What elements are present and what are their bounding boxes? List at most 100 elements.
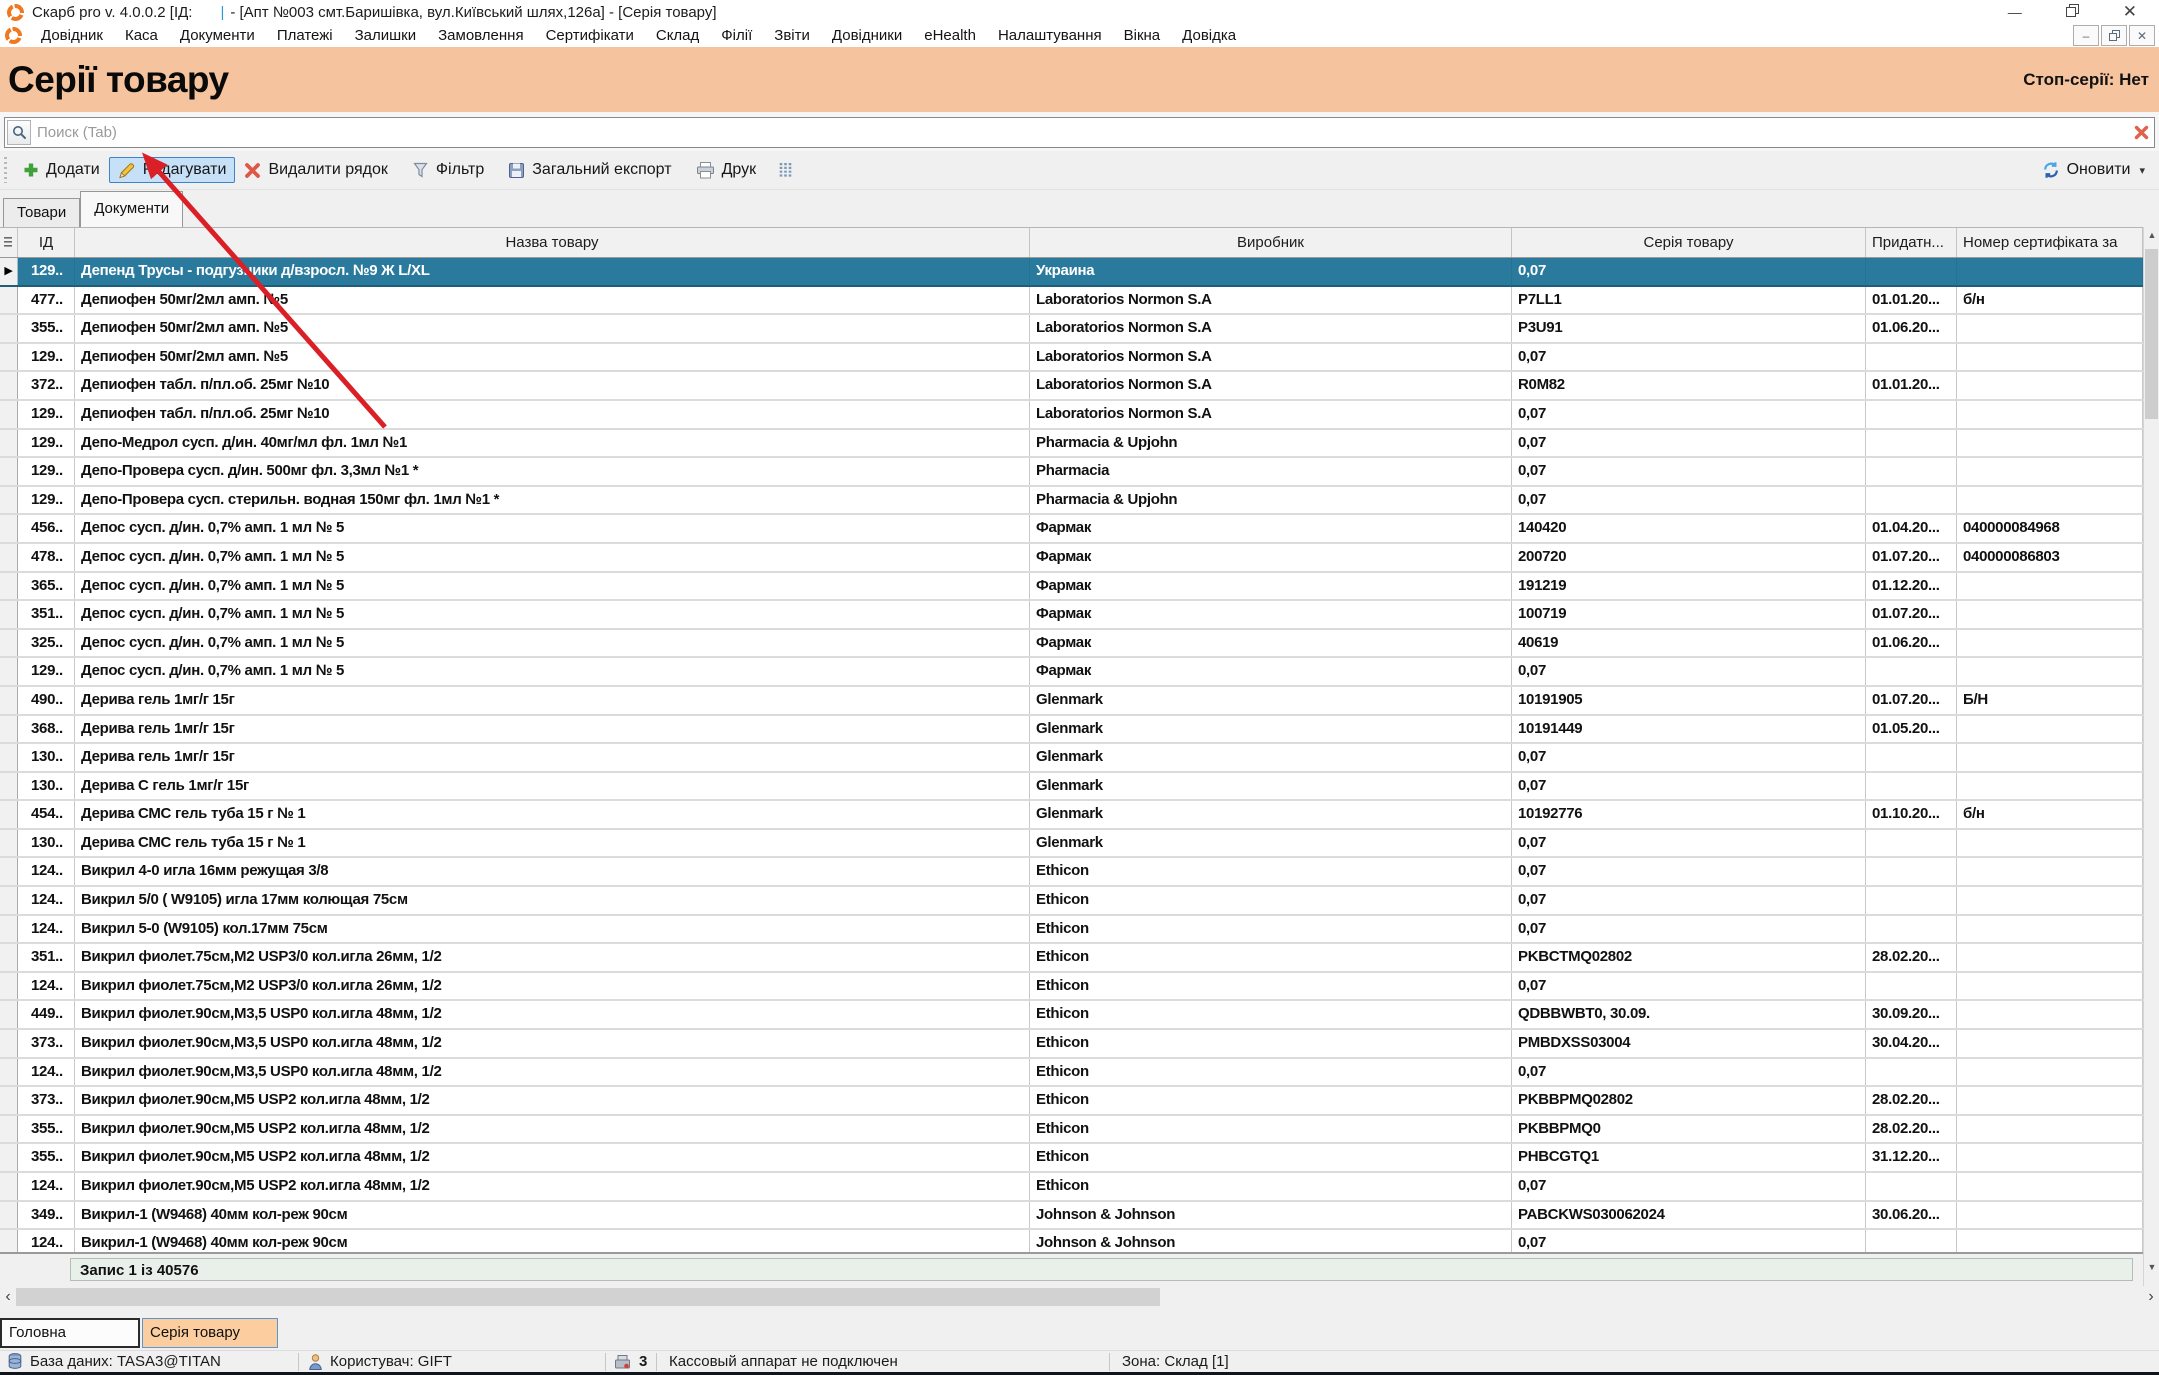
delete-row-button[interactable]: Видалити рядок (235, 157, 396, 183)
table-row[interactable]: 368..Дерива гель 1мг/г 15гGlenmark101914… (0, 716, 2143, 745)
scroll-up-icon[interactable]: ▲ (2144, 230, 2159, 240)
menu-item-Платежі[interactable]: Платежі (266, 25, 344, 47)
table-row[interactable]: 490..Дерива гель 1мг/г 15гGlenmark101919… (0, 687, 2143, 716)
table-row[interactable]: 124..Викрил 5/0 ( W9105) игла 17мм колющ… (0, 887, 2143, 916)
search-input[interactable] (35, 123, 2129, 142)
menu-item-Довідка[interactable]: Довідка (1171, 25, 1247, 47)
horizontal-scroll-thumb[interactable] (16, 1288, 1160, 1306)
refresh-dropdown-icon[interactable]: ▾ (2139, 164, 2145, 177)
add-button[interactable]: Додати (14, 157, 109, 183)
table-row[interactable]: 449..Викрил фиолет.90см,М3,5 USP0 кол.иг… (0, 1001, 2143, 1030)
toolbar: Додати Редагувати Видалити рядок Фільтр … (0, 151, 2159, 190)
table-row[interactable]: 454..Дерива СМС гель туба 15 г № 1Glenma… (0, 801, 2143, 830)
table-row[interactable]: 124..Викрил 5-0 (W9105) кол.17мм 75смEth… (0, 916, 2143, 945)
column-header-2[interactable]: Назва товару (75, 228, 1030, 257)
restore-button[interactable] (2066, 1, 2079, 23)
stop-series-label: Стоп-серії: Нет (2023, 70, 2159, 90)
table-row[interactable]: 478..Депос сусп. д/ин. 0,7% амп. 1 мл № … (0, 544, 2143, 573)
table-row[interactable]: 129..Депос сусп. д/ин. 0,7% амп. 1 мл № … (0, 658, 2143, 687)
menu-item-Довідник[interactable]: Довідник (30, 25, 114, 47)
tab-Документи[interactable]: Документи (80, 191, 183, 227)
toolbar-grip (3, 157, 8, 183)
table-row[interactable]: 130..Дерива С гель 1мг/г 15гGlenmark0,07 (0, 773, 2143, 802)
horizontal-scrollbar[interactable]: ‹ › (0, 1286, 2159, 1308)
table-row[interactable]: 124..Викрил фиолет.90см,М5 USP2 кол.игла… (0, 1173, 2143, 1202)
cell-valid: 01.04.20... (1866, 515, 1957, 542)
edit-button[interactable]: Редагувати (109, 157, 236, 183)
menu-item-Документи[interactable]: Документи (169, 25, 266, 47)
table-row[interactable]: 129..Депо-Провера сусп. д/ин. 500мг фл. … (0, 458, 2143, 487)
cell-valid: 01.06.20... (1866, 630, 1957, 657)
table-row[interactable]: 129..Депо-Провера сусп. стерильн. водная… (0, 487, 2143, 516)
export-button[interactable]: Загальний експорт (499, 157, 680, 183)
column-header-4[interactable]: Серія товару (1512, 228, 1866, 257)
table-row[interactable]: 351..Викрил фиолет.75см,М2 USP3/0 кол.иг… (0, 944, 2143, 973)
table-row[interactable]: 129..Депиофен табл. п/пл.об. 25мг №10Lab… (0, 401, 2143, 430)
table-row[interactable]: 129..Депо-Медрол сусп. д/ин. 40мг/мл фл.… (0, 430, 2143, 459)
scroll-right-icon[interactable]: › (2143, 1287, 2159, 1307)
menu-item-Склад[interactable]: Склад (645, 25, 710, 47)
table-row[interactable]: 129..Депиофен 50мг/2мл амп. №5Laboratori… (0, 344, 2143, 373)
table-row[interactable]: 456..Депос сусп. д/ин. 0,7% амп. 1 мл № … (0, 515, 2143, 544)
close-button[interactable]: ✕ (2123, 1, 2137, 23)
mdi-minimize-button[interactable]: – (2073, 25, 2099, 46)
table-row[interactable]: 372..Депиофен табл. п/пл.об. 25мг №10Lab… (0, 372, 2143, 401)
filter-button[interactable]: Фільтр (403, 157, 493, 183)
menu-item-Налаштування[interactable]: Налаштування (987, 25, 1113, 47)
table-row[interactable]: 130..Дерива гель 1мг/г 15гGlenmark0,07 (0, 744, 2143, 773)
cell-valid: 01.06.20... (1866, 315, 1957, 342)
cell-series: 0,07 (1512, 830, 1866, 857)
menu-item-Каса[interactable]: Каса (114, 25, 169, 47)
column-chooser-button[interactable] (0, 228, 18, 257)
table-row[interactable]: 124..Викрил 4-0 игла 16мм режущая 3/8Eth… (0, 858, 2143, 887)
column-header-1[interactable]: ІД (18, 228, 75, 257)
table-row[interactable]: 373..Викрил фиолет.90см,М5 USP2 кол.игла… (0, 1087, 2143, 1116)
table-row[interactable]: ▶129..Депенд Трусы - подгузники д/взросл… (0, 258, 2143, 287)
scroll-left-icon[interactable]: ‹ (0, 1287, 16, 1307)
clear-search-icon[interactable] (2129, 124, 2154, 141)
menu-item-Звіти[interactable]: Звіти (763, 25, 821, 47)
search-box[interactable] (4, 117, 2155, 148)
menu-item-Залишки[interactable]: Залишки (344, 25, 428, 47)
table-row[interactable]: 351..Депос сусп. д/ин. 0,7% амп. 1 мл № … (0, 601, 2143, 630)
cell-vendor: Glenmark (1030, 830, 1512, 857)
table-row[interactable]: 373..Викрил фиолет.90см,М3,5 USP0 кол.иг… (0, 1030, 2143, 1059)
refresh-button[interactable]: Оновити ▾ (2033, 157, 2159, 183)
table-row[interactable]: 365..Депос сусп. д/ин. 0,7% амп. 1 мл № … (0, 573, 2143, 602)
table-row[interactable]: 124..Викрил-1 (W9468) 40мм кол-реж 90смJ… (0, 1230, 2143, 1252)
bottom-tabs: ГоловнаСерія товару (0, 1316, 2159, 1350)
cell-series: 0,07 (1512, 916, 1866, 943)
cell-vendor: Фармак (1030, 544, 1512, 571)
table-row[interactable]: 355..Депиофен 50мг/2мл амп. №5Laboratori… (0, 315, 2143, 344)
table-row[interactable]: 349..Викрил-1 (W9468) 40мм кол-реж 90смJ… (0, 1202, 2143, 1231)
column-header-5[interactable]: Придатн... (1866, 228, 1957, 257)
table-row[interactable]: 355..Викрил фиолет.90см,М5 USP2 кол.игла… (0, 1144, 2143, 1173)
cell-vendor: Pharmacia & Upjohn (1030, 430, 1512, 457)
menu-item-Вікна[interactable]: Вікна (1113, 25, 1172, 47)
minimize-button[interactable]: — (2008, 1, 2022, 23)
bottom-tab-Серія товару[interactable]: Серія товару (142, 1318, 278, 1348)
table-row[interactable]: 124..Викрил фиолет.75см,М2 USP3/0 кол.иг… (0, 973, 2143, 1002)
table-row[interactable]: 130..Дерива СМС гель туба 15 г № 1Glenma… (0, 830, 2143, 859)
menu-item-eHealth[interactable]: eHealth (913, 25, 987, 47)
table-row[interactable]: 355..Викрил фиолет.90см,М5 USP2 кол.игла… (0, 1116, 2143, 1145)
column-header-6[interactable]: Номер сертифіката за (1957, 228, 2143, 257)
mdi-close-button[interactable]: ✕ (2129, 25, 2155, 46)
vertical-scroll-thumb[interactable] (2145, 249, 2158, 419)
column-header-3[interactable]: Виробник (1030, 228, 1512, 257)
scroll-down-icon[interactable]: ▼ (2144, 1262, 2159, 1272)
mdi-restore-button[interactable] (2101, 25, 2127, 46)
menu-item-Сертифікати[interactable]: Сертифікати (535, 25, 645, 47)
table-row[interactable]: 325..Депос сусп. д/ин. 0,7% амп. 1 мл № … (0, 630, 2143, 659)
menu-item-Довідники[interactable]: Довідники (821, 25, 913, 47)
table-row[interactable]: 477..Депиофен 50мг/2мл амп. №5Laboratori… (0, 287, 2143, 316)
print-button[interactable]: Друк (687, 157, 766, 183)
menu-item-Замовлення[interactable]: Замовлення (427, 25, 534, 47)
columns-button[interactable] (769, 158, 802, 183)
table-row[interactable]: 124..Викрил фиолет.90см,М3,5 USP0 кол.иг… (0, 1059, 2143, 1088)
bottom-tab-Головна[interactable]: Головна (0, 1318, 140, 1348)
zone-label: Зона: Склад [1] (1122, 1353, 1229, 1370)
tab-Товари[interactable]: Товари (3, 198, 80, 227)
menu-item-Філії[interactable]: Філії (710, 25, 763, 47)
vertical-scrollbar[interactable]: ▲ ▼ (2143, 227, 2159, 1286)
